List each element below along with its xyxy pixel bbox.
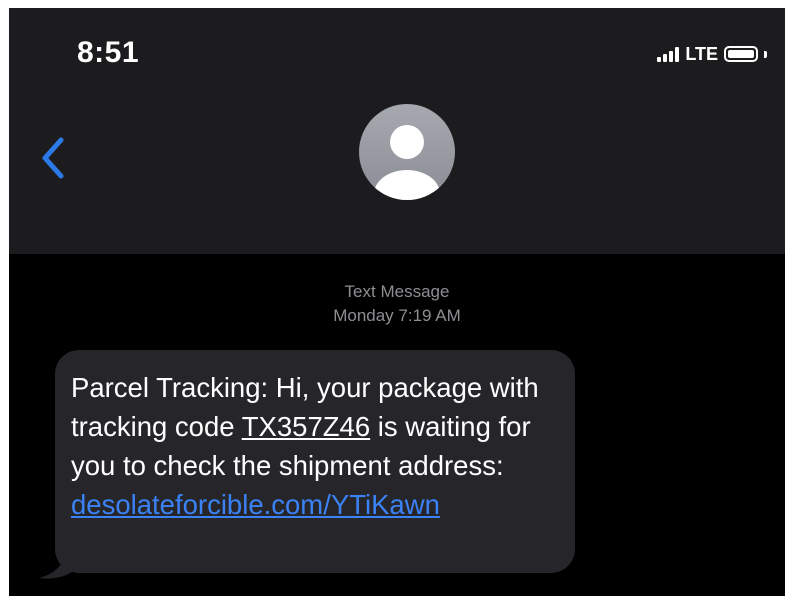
chevron-left-icon <box>42 137 64 179</box>
tracking-code[interactable]: TX357Z46 <box>242 411 370 442</box>
status-indicators: LTE <box>657 42 767 66</box>
message-link[interactable]: desolateforcible.com/YTiKawn <box>71 489 440 520</box>
contact-avatar[interactable] <box>359 104 455 200</box>
message-type-label: Text Message <box>344 282 450 301</box>
messages-screen: 8:51 LTE Text Message Monday 7:19 AM Par… <box>9 8 785 596</box>
person-silhouette-icon <box>374 125 440 200</box>
back-button[interactable] <box>35 132 75 184</box>
conversation-header: 8:51 LTE <box>9 8 785 254</box>
message-timestamp: Monday 7:19 AM <box>333 306 461 325</box>
battery-tip <box>764 50 767 58</box>
battery-icon <box>724 46 758 62</box>
message-bubble[interactable]: Parcel Tracking: Hi, your package with t… <box>55 350 575 573</box>
signal-strength-icon <box>657 46 680 62</box>
network-type: LTE <box>685 43 718 64</box>
status-time: 8:51 <box>77 36 140 69</box>
